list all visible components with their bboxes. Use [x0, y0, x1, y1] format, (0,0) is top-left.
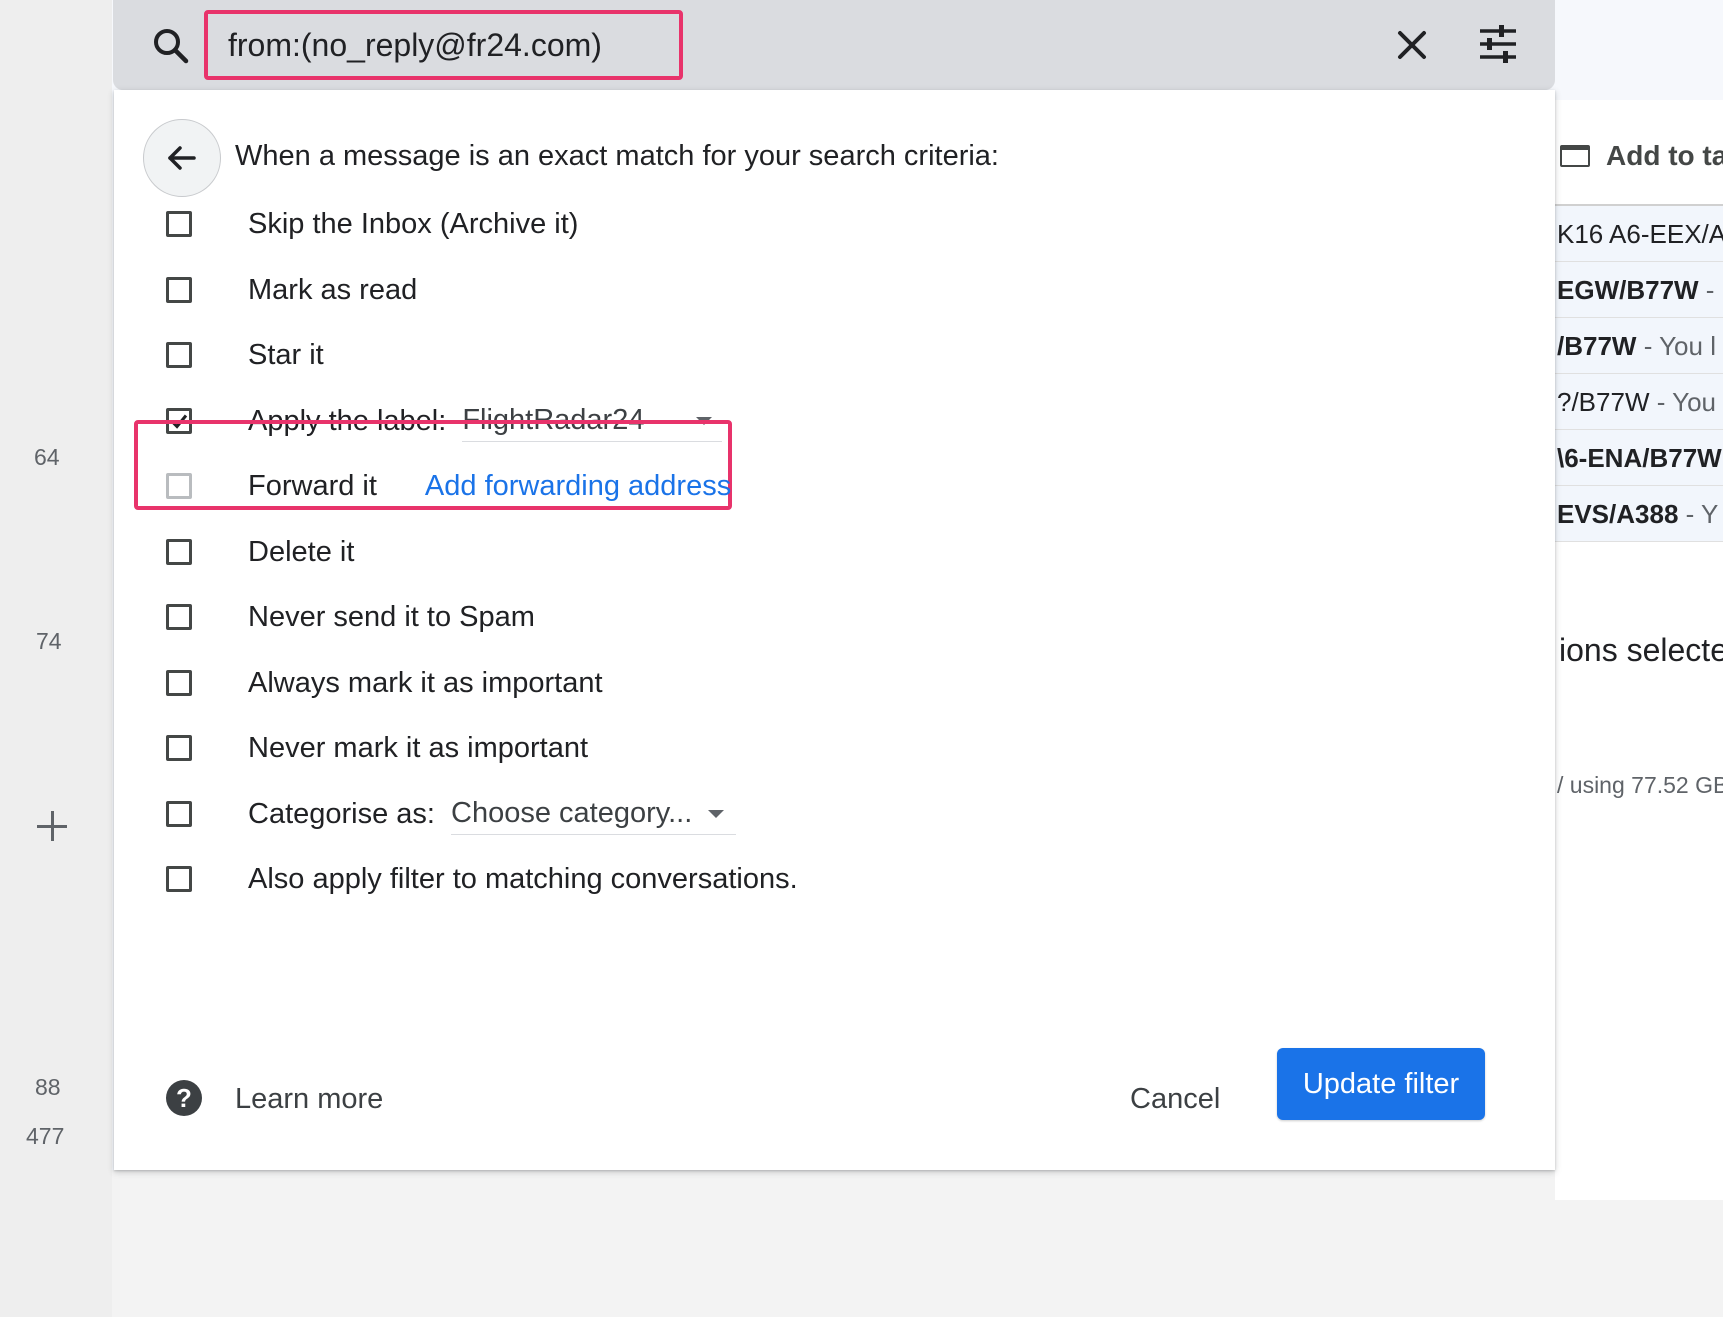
option-star: Star it [166, 330, 324, 380]
option-never-spam: Never send it to Spam [166, 592, 535, 642]
update-filter-button[interactable]: Update filter [1277, 1048, 1485, 1120]
option-label: Forward it [248, 469, 377, 502]
label-select[interactable]: FlightRadar24 [462, 404, 723, 442]
option-label: Categorise as: [248, 797, 435, 830]
add-forwarding-address-link[interactable]: Add forwarding address [425, 470, 731, 503]
skip-inbox-checkbox[interactable] [166, 211, 192, 237]
never-spam-checkbox[interactable] [166, 604, 192, 630]
search-icon[interactable] [151, 26, 191, 66]
mail-subject: EVS/A388 [1557, 499, 1679, 529]
apply-existing-checkbox[interactable] [166, 866, 192, 892]
option-label: Mark as read [248, 273, 418, 306]
mail-subject: ?/B77W [1557, 387, 1650, 417]
learn-more-link[interactable]: Learn more [235, 1083, 383, 1116]
add-task-icon [1560, 145, 1590, 167]
selection-status: ions selecte [1559, 632, 1723, 668]
close-icon[interactable] [1392, 25, 1432, 65]
back-button[interactable] [143, 119, 221, 197]
always-important-checkbox[interactable] [166, 670, 192, 696]
mail-snippet: - You l [1636, 331, 1716, 361]
mail-snippet: - Y [1678, 499, 1719, 529]
background-mail-list: Add to ta K16 A6-EEX/A EGW/B77W - /B77W … [1555, 100, 1723, 1200]
storage-status: / using 77.52 GB [1557, 772, 1723, 798]
criteria-heading: When a message is an exact match for you… [235, 140, 999, 172]
left-rail: 64 74 88 477 [0, 0, 112, 1317]
mail-subject: EGW/B77W [1557, 275, 1699, 305]
never-important-checkbox[interactable] [166, 735, 192, 761]
categorise-checkbox[interactable] [166, 801, 192, 827]
help-icon[interactable]: ? [166, 1080, 202, 1116]
category-select-value: Choose category... [451, 797, 693, 829]
apply-label-checkbox[interactable] [166, 408, 192, 434]
page-background [112, 1170, 1723, 1317]
mail-snippet: - [1698, 275, 1715, 305]
option-label: Also apply filter to matching conversati… [248, 862, 798, 895]
arrow-back-icon [168, 146, 196, 170]
mail-row[interactable]: EGW/B77W - [1555, 262, 1723, 318]
create-label-icon[interactable] [34, 808, 70, 844]
option-apply-label: Apply the label: FlightRadar24 [166, 396, 723, 446]
mail-row[interactable]: ?/B77W - You [1555, 374, 1723, 430]
forward-checkbox [166, 473, 192, 499]
label-count: 64 [34, 444, 60, 470]
star-checkbox[interactable] [166, 342, 192, 368]
chevron-down-icon [708, 809, 725, 818]
option-label: Star it [248, 338, 324, 371]
delete-checkbox[interactable] [166, 539, 192, 565]
chevron-down-icon [696, 416, 713, 425]
label-count: 88 [35, 1074, 61, 1100]
option-mark-read: Mark as read [166, 265, 417, 315]
search-query-highlight [204, 10, 683, 80]
mail-subject: K16 A6-EEX/A [1557, 219, 1723, 249]
option-forward: Forward it Add forwarding address [166, 461, 731, 511]
filter-dialog: When a message is an exact match for you… [114, 90, 1555, 1170]
option-categorise: Categorise as: Choose category... [166, 789, 737, 839]
option-always-important: Always mark it as important [166, 658, 603, 708]
mail-snippet: - You [1649, 387, 1717, 417]
mail-row[interactable]: EVS/A388 - Y [1555, 486, 1723, 542]
option-apply-existing: Also apply filter to matching conversati… [166, 854, 798, 904]
mail-row[interactable]: \6-ENA/B77W [1555, 430, 1723, 486]
add-to-tasks-label: Add to ta [1606, 140, 1723, 171]
mail-subject: \6-ENA/B77W [1557, 443, 1722, 473]
option-label: Always mark it as important [248, 666, 603, 699]
option-label: Never send it to Spam [248, 600, 535, 633]
search-bar [113, 0, 1555, 90]
option-label: Skip the Inbox (Archive it) [248, 207, 579, 240]
category-select[interactable]: Choose category... [451, 797, 737, 835]
add-to-tasks-button[interactable]: Add to ta [1560, 140, 1723, 172]
tune-icon[interactable] [1476, 22, 1520, 66]
mail-row[interactable]: K16 A6-EEX/A [1555, 206, 1723, 262]
option-label: Apply the label: [248, 404, 447, 437]
label-count: 74 [36, 628, 62, 654]
option-never-important: Never mark it as important [166, 723, 588, 773]
checkmark-icon [170, 414, 188, 429]
option-label: Delete it [248, 535, 355, 568]
mail-row[interactable]: /B77W - You l [1555, 318, 1723, 374]
mark-read-checkbox[interactable] [166, 277, 192, 303]
option-label: Never mark it as important [248, 731, 589, 764]
label-select-value: FlightRadar24 [462, 404, 645, 436]
search-input[interactable] [228, 26, 658, 64]
mail-subject: /B77W [1557, 331, 1637, 361]
label-count: 477 [26, 1123, 65, 1149]
option-delete: Delete it [166, 527, 354, 577]
cancel-button[interactable]: Cancel [1130, 1083, 1220, 1116]
option-skip-inbox: Skip the Inbox (Archive it) [166, 199, 578, 249]
